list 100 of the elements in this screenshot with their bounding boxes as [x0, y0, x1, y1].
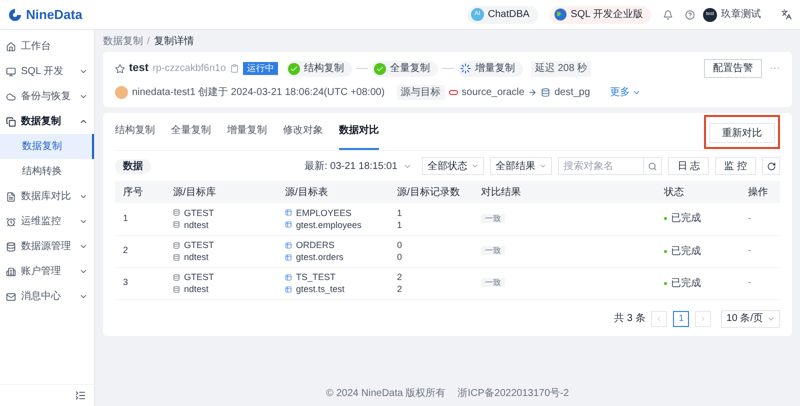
- column-header: 对比结果: [473, 181, 656, 203]
- column-header: 源/目标表: [277, 181, 389, 203]
- search-field[interactable]: 搜索对象名: [558, 157, 644, 175]
- chevron-down-icon: [79, 192, 88, 201]
- result-filter[interactable]: 全部结果: [490, 157, 552, 175]
- sidebar-item[interactable]: 运维监控: [0, 209, 94, 234]
- database-name: GTEST: [184, 206, 214, 219]
- collapse-menu-icon[interactable]: [75, 390, 86, 401]
- step-tag: 全量复制: [372, 60, 438, 76]
- sidebar-item[interactable]: 数据源管理: [0, 234, 94, 259]
- database-icon: [173, 286, 180, 292]
- chevron-down-icon: [632, 88, 642, 97]
- table-cell: -: [740, 267, 780, 299]
- tab[interactable]: 结构复制: [115, 113, 155, 150]
- log-button[interactable]: 日 志: [668, 157, 710, 175]
- database-name: ndtest: [184, 283, 209, 295]
- notification-icon[interactable]: [663, 10, 673, 20]
- database-icon: [173, 221, 180, 228]
- chevron-up-icon: [79, 117, 88, 126]
- table-icon: [285, 286, 292, 292]
- alarm-config-button[interactable]: 配置告警: [704, 59, 762, 78]
- table-cell: 2: [115, 235, 165, 267]
- status-text: 已完成: [671, 276, 701, 290]
- chevron-down-icon: [79, 92, 88, 101]
- task-id: rp-czzcakbf6n1o: [152, 62, 226, 76]
- user-name[interactable]: 玖章测试: [721, 7, 761, 22]
- record-count: 0: [397, 251, 404, 263]
- chevron-down-icon: [79, 292, 88, 301]
- recompare-button[interactable]: 重新对比: [709, 123, 775, 143]
- database-icon: [173, 209, 180, 216]
- status-badge: 运行中: [242, 62, 278, 75]
- mail-icon: [6, 292, 16, 302]
- task-name: test: [129, 61, 149, 76]
- chevron-down-icon: [79, 267, 88, 276]
- more-link[interactable]: 更多: [610, 85, 642, 100]
- breadcrumb-item[interactable]: 数据复制: [103, 34, 143, 48]
- tab[interactable]: 增量复制: [227, 113, 267, 150]
- chevron-down-icon: [79, 67, 88, 76]
- sidebar-item[interactable]: 备份与恢复: [0, 84, 94, 109]
- loading-icon: [460, 63, 471, 74]
- database-name: GTEST: [184, 271, 214, 283]
- copy-icon[interactable]: [230, 64, 239, 73]
- sidebar-item[interactable]: 数据库对比: [0, 184, 94, 209]
- tab[interactable]: 数据对比: [339, 113, 379, 150]
- icp-link[interactable]: 浙ICP备2022013170号-2: [458, 386, 569, 400]
- document-icon: [6, 192, 16, 202]
- table-cell: -: [740, 235, 780, 267]
- page-size-select[interactable]: 10 条/页: [721, 310, 780, 328]
- arrow-icon: [528, 88, 538, 97]
- database-icon: [6, 242, 16, 252]
- result-tag: 一致: [481, 278, 505, 288]
- table-name: gtest.employees: [296, 218, 362, 231]
- sidebar-item[interactable]: 工作台: [0, 34, 94, 59]
- monitor-button[interactable]: 监 控: [715, 157, 756, 175]
- column-header: 状态: [656, 181, 740, 203]
- table-icon: [285, 274, 292, 280]
- table-icon: [285, 254, 292, 260]
- database-icon: [541, 88, 550, 97]
- refresh-button[interactable]: [762, 157, 780, 175]
- sidebar-item[interactable]: 账户管理: [0, 259, 94, 284]
- record-count: 1: [397, 218, 404, 231]
- alarm-icon: [6, 216, 16, 226]
- breadcrumb-separator: /: [147, 34, 150, 48]
- sidebar-item[interactable]: 数据复制: [0, 109, 94, 134]
- sidebar-subitem[interactable]: 数据复制: [0, 134, 94, 159]
- column-header: 操作: [740, 181, 780, 203]
- tab[interactable]: 全量复制: [171, 113, 211, 150]
- status-text: 已完成: [671, 244, 701, 258]
- step-tag: 增量复制: [458, 60, 523, 76]
- table-cell: -: [740, 203, 780, 235]
- creator-text: ninedata-test1 创建于 2024-03-21 18:06:24(UTC +08:00): [132, 86, 385, 100]
- column-header: 序号: [115, 181, 165, 203]
- record-count: 2: [397, 271, 404, 283]
- record-count: 1: [397, 206, 404, 219]
- chevron-down-icon: [471, 162, 480, 170]
- page-button[interactable]: 1: [673, 310, 690, 326]
- status-filter[interactable]: 全部状态: [422, 157, 484, 175]
- chevron-down-icon: [79, 242, 88, 251]
- sidebar-subitem[interactable]: 结构转换: [0, 159, 94, 184]
- result-tag: 一致: [481, 214, 505, 223]
- help-icon[interactable]: [685, 10, 695, 20]
- check-icon: [374, 62, 386, 74]
- sidebar-item[interactable]: SQL 开发: [0, 59, 94, 84]
- delay-tag: 延迟 208 秒: [530, 60, 592, 76]
- edition-button[interactable]: SQL 开发企业版: [550, 6, 651, 24]
- column-header: 源/目标库: [165, 181, 277, 203]
- record-count: 0: [397, 239, 404, 251]
- search-button[interactable]: [644, 157, 662, 175]
- step-tag: 结构复制: [286, 60, 352, 76]
- cloud-icon: [6, 92, 16, 102]
- star-icon[interactable]: [115, 64, 125, 74]
- sidebar-item[interactable]: 消息中心: [0, 284, 94, 309]
- database-name: ndtest: [184, 251, 209, 263]
- tab[interactable]: 修改对象: [283, 113, 323, 150]
- target-name: dest_pg: [554, 86, 590, 100]
- language-icon[interactable]: [781, 9, 792, 20]
- table-icon: [285, 242, 292, 248]
- column-header: 源/目标记录数: [389, 181, 473, 203]
- monitor-icon: [6, 66, 16, 76]
- route-label: 源与目标: [396, 85, 445, 100]
